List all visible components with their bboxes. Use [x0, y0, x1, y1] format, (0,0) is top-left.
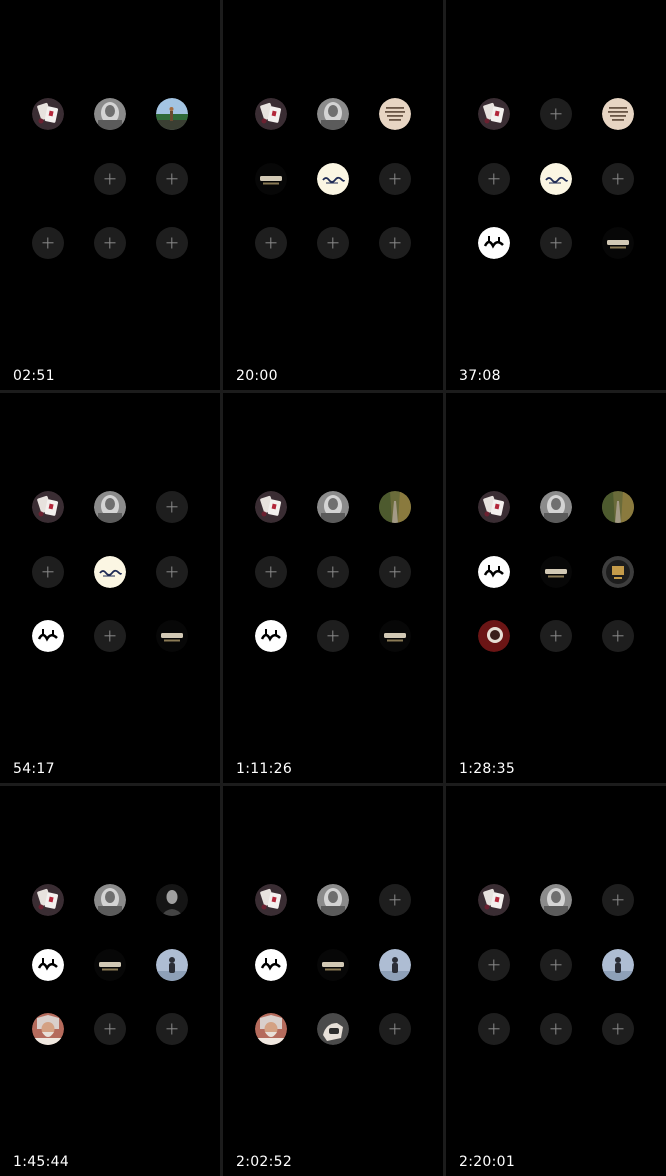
dark-logo-avatar[interactable] [156, 620, 188, 652]
monochrome-portrait-avatar[interactable] [317, 491, 349, 523]
white-calligraphy-avatar[interactable] [478, 556, 510, 588]
add-button[interactable] [156, 1013, 188, 1045]
monochrome-portrait-avatar[interactable] [94, 98, 126, 130]
story-panel-9: 2:20:01 [446, 786, 666, 1176]
story-panel-4: 54:17 [0, 393, 220, 783]
add-button[interactable] [317, 227, 349, 259]
add-button[interactable] [540, 98, 572, 130]
white-calligraphy-avatar[interactable] [478, 227, 510, 259]
cards-avatar[interactable] [255, 884, 287, 916]
timestamp-label: 2:20:01 [459, 1154, 516, 1170]
dark-logo-avatar[interactable] [540, 556, 572, 588]
add-button[interactable] [540, 949, 572, 981]
portrait-face-avatar[interactable] [32, 1013, 64, 1045]
add-button[interactable] [32, 227, 64, 259]
cards-avatar[interactable] [478, 884, 510, 916]
monochrome-portrait-avatar[interactable] [540, 884, 572, 916]
add-button[interactable] [540, 1013, 572, 1045]
add-button[interactable] [379, 556, 411, 588]
add-button[interactable] [602, 884, 634, 916]
beige-text-avatar[interactable] [379, 98, 411, 130]
bw-portrait-avatar[interactable] [156, 884, 188, 916]
add-button[interactable] [94, 227, 126, 259]
add-button[interactable] [379, 227, 411, 259]
standing-figure-avatar[interactable] [379, 949, 411, 981]
standing-figure-avatar[interactable] [156, 949, 188, 981]
cards-avatar[interactable] [478, 491, 510, 523]
story-panel-7: 1:45:44 [0, 786, 220, 1176]
add-button[interactable] [94, 163, 126, 195]
monochrome-portrait-avatar[interactable] [94, 884, 126, 916]
add-button[interactable] [540, 227, 572, 259]
cream-script-avatar[interactable] [540, 163, 572, 195]
story-panel-1: 02:51 [0, 0, 220, 390]
story-panel-8: 2:02:52 [223, 786, 443, 1176]
forest-road-avatar[interactable] [602, 491, 634, 523]
story-panel-6: 1:28:35 [446, 393, 666, 783]
add-button[interactable] [32, 556, 64, 588]
add-button[interactable] [255, 227, 287, 259]
add-button[interactable] [94, 1013, 126, 1045]
add-button[interactable] [156, 491, 188, 523]
screenshot-grid: 02:51 20:00 37:08 54:17 1:11:26 1:28:35 1:45:4… [0, 0, 666, 1176]
timestamp-label: 54:17 [13, 761, 55, 777]
add-button[interactable] [478, 949, 510, 981]
portrait-face-avatar[interactable] [255, 1013, 287, 1045]
hand-photo-avatar[interactable] [317, 1013, 349, 1045]
standing-figure-avatar[interactable] [602, 949, 634, 981]
dark-logo-avatar[interactable] [94, 949, 126, 981]
add-button[interactable] [94, 620, 126, 652]
dark-logo-avatar[interactable] [317, 949, 349, 981]
dark-logo-avatar[interactable] [379, 620, 411, 652]
cards-avatar[interactable] [32, 491, 64, 523]
gold-emblem-avatar[interactable] [602, 556, 634, 588]
monochrome-portrait-avatar[interactable] [540, 491, 572, 523]
cream-script-avatar[interactable] [317, 163, 349, 195]
forest-road-avatar[interactable] [379, 491, 411, 523]
add-button[interactable] [602, 1013, 634, 1045]
white-calligraphy-avatar[interactable] [32, 620, 64, 652]
add-button[interactable] [156, 163, 188, 195]
cream-script-avatar[interactable] [94, 556, 126, 588]
add-button[interactable] [478, 1013, 510, 1045]
add-button[interactable] [156, 556, 188, 588]
white-calligraphy-avatar[interactable] [255, 620, 287, 652]
red-photo-avatar[interactable] [478, 620, 510, 652]
white-calligraphy-avatar[interactable] [32, 949, 64, 981]
cards-avatar[interactable] [255, 98, 287, 130]
add-button[interactable] [602, 620, 634, 652]
timestamp-label: 1:28:35 [459, 761, 516, 777]
timestamp-label: 37:08 [459, 368, 501, 384]
cards-avatar[interactable] [255, 491, 287, 523]
timestamp-label: 1:11:26 [236, 761, 293, 777]
dark-logo-avatar[interactable] [255, 163, 287, 195]
add-button[interactable] [379, 163, 411, 195]
add-button[interactable] [478, 163, 510, 195]
add-button[interactable] [156, 227, 188, 259]
timestamp-label: 02:51 [13, 368, 55, 384]
add-button[interactable] [540, 620, 572, 652]
monochrome-portrait-avatar[interactable] [317, 98, 349, 130]
monochrome-portrait-avatar[interactable] [94, 491, 126, 523]
white-calligraphy-avatar[interactable] [255, 949, 287, 981]
timestamp-label: 2:02:52 [236, 1154, 293, 1170]
add-button[interactable] [317, 620, 349, 652]
cards-avatar[interactable] [478, 98, 510, 130]
monochrome-portrait-avatar[interactable] [317, 884, 349, 916]
timestamp-label: 1:45:44 [13, 1154, 70, 1170]
landscape-photo-avatar[interactable] [156, 98, 188, 130]
cards-avatar[interactable] [32, 884, 64, 916]
beige-text-avatar[interactable] [602, 98, 634, 130]
story-panel-5: 1:11:26 [223, 393, 443, 783]
add-button[interactable] [602, 163, 634, 195]
add-button[interactable] [379, 1013, 411, 1045]
story-panel-3: 37:08 [446, 0, 666, 390]
add-button[interactable] [379, 884, 411, 916]
add-button[interactable] [317, 556, 349, 588]
cards-avatar[interactable] [32, 98, 64, 130]
story-panel-2: 20:00 [223, 0, 443, 390]
add-button[interactable] [255, 556, 287, 588]
dark-logo-avatar[interactable] [602, 227, 634, 259]
timestamp-label: 20:00 [236, 368, 278, 384]
